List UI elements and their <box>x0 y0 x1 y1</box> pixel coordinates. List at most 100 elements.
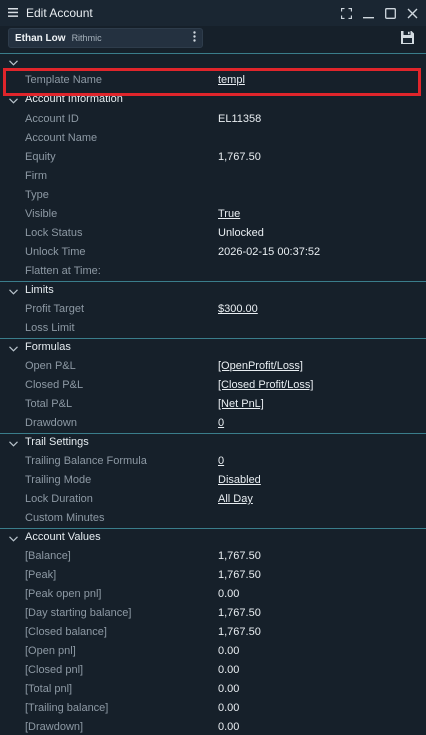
property-value[interactable]: [OpenProfit/Loss] <box>218 360 303 372</box>
property-row[interactable]: Type <box>0 186 426 205</box>
maximize-icon[interactable] <box>382 5 398 21</box>
section-header[interactable]: Account Values <box>0 528 426 547</box>
property-row[interactable]: [Closed balance] 1,767.50 <box>0 623 426 642</box>
property-label: Account Name <box>25 132 98 144</box>
property-label: Type <box>25 189 49 201</box>
section-header[interactable]: Trail Settings <box>0 433 426 452</box>
property-row[interactable]: Open P&L [OpenProfit/Loss] <box>0 357 426 376</box>
account-bar: Ethan Low Rithmic <box>0 26 426 52</box>
divider <box>0 53 426 54</box>
account-selector[interactable]: Ethan Low Rithmic <box>8 28 203 48</box>
close-icon[interactable] <box>404 5 420 21</box>
property-value[interactable]: [Net PnL] <box>218 398 264 410</box>
property-label: [Balance] <box>25 550 71 562</box>
property-row[interactable]: Trailing Mode Disabled <box>0 471 426 490</box>
section-header[interactable]: Limits <box>0 281 426 300</box>
property-value: 1,767.50 <box>218 607 261 619</box>
property-value: 0.00 <box>218 683 240 695</box>
property-value: 2026-02-15 00:37:52 <box>218 246 321 258</box>
property-row[interactable]: [Drawdown] 0.00 <box>0 718 426 735</box>
window-title: Edit Account <box>26 6 93 20</box>
property-value: 0.00 <box>218 645 240 657</box>
property-value[interactable]: True <box>218 208 240 220</box>
property-label: [Total pnl] <box>25 683 73 695</box>
property-row[interactable]: Profit Target $300.00 <box>0 300 426 319</box>
property-label: Flatten at Time: <box>25 265 101 277</box>
property-row[interactable]: Custom Minutes <box>0 509 426 528</box>
chevron-down-icon[interactable] <box>9 343 18 355</box>
property-label: Drawdown <box>25 417 77 429</box>
account-provider: Rithmic <box>71 33 102 43</box>
title-bar: Edit Account <box>0 0 426 26</box>
property-label: [Closed pnl] <box>25 664 84 676</box>
property-value[interactable]: All Day <box>218 493 253 505</box>
property-row[interactable]: Total P&L [Net PnL] <box>0 395 426 414</box>
chevron-down-icon[interactable] <box>9 533 18 545</box>
property-value[interactable]: 0 <box>218 417 224 429</box>
property-row[interactable]: Trailing Balance Formula 0 <box>0 452 426 471</box>
property-label: Custom Minutes <box>25 512 105 524</box>
property-label: Trailing Balance Formula <box>25 455 147 467</box>
property-value[interactable]: 0 <box>218 455 224 467</box>
property-label: Lock Duration <box>25 493 93 505</box>
property-label: Trailing Mode <box>25 474 92 486</box>
property-value: EL11358 <box>218 113 262 125</box>
property-row[interactable]: Loss Limit <box>0 319 426 338</box>
section-title: Account Values <box>25 531 101 543</box>
property-row[interactable]: [Peak open pnl] 0.00 <box>0 585 426 604</box>
property-row[interactable]: Closed P&L [Closed Profit/Loss] <box>0 376 426 395</box>
property-row[interactable]: [Open pnl] 0.00 <box>0 642 426 661</box>
minimize-icon[interactable] <box>360 5 376 21</box>
property-row[interactable]: [Peak] 1,767.50 <box>0 566 426 585</box>
property-row[interactable]: Drawdown 0 <box>0 414 426 433</box>
property-row[interactable]: Account Name <box>0 129 426 148</box>
property-label: [Closed balance] <box>25 626 107 638</box>
chevron-down-icon[interactable] <box>9 438 18 450</box>
property-label: [Peak] <box>25 569 57 581</box>
account-name: Ethan Low <box>15 32 66 44</box>
property-value: 0.00 <box>218 588 240 600</box>
property-row[interactable]: Account ID EL11358 <box>0 110 426 129</box>
kebab-icon[interactable] <box>193 31 196 45</box>
property-row[interactable]: [Day starting balance] 1,767.50 <box>0 604 426 623</box>
property-label: Open P&L <box>25 360 76 372</box>
property-label: [Peak open pnl] <box>25 588 102 600</box>
property-row[interactable]: Firm <box>0 167 426 186</box>
selection-highlight <box>3 68 421 96</box>
section-header[interactable]: Formulas <box>0 338 426 357</box>
property-row[interactable]: Visible True <box>0 205 426 224</box>
property-row[interactable]: Lock Status Unlocked <box>0 224 426 243</box>
property-row[interactable]: Equity 1,767.50 <box>0 148 426 167</box>
property-row[interactable]: [Closed pnl] 0.00 <box>0 661 426 680</box>
property-row[interactable]: [Balance] 1,767.50 <box>0 547 426 566</box>
property-value: Unlocked <box>218 227 264 239</box>
property-label: Firm <box>25 170 47 182</box>
property-row[interactable]: Unlock Time 2026-02-15 00:37:52 <box>0 243 426 262</box>
property-label: Visible <box>25 208 58 220</box>
expand-icon[interactable] <box>338 5 354 21</box>
property-label: Account ID <box>25 113 79 125</box>
property-value[interactable]: [Closed Profit/Loss] <box>218 379 313 391</box>
menu-icon[interactable] <box>8 7 20 19</box>
chevron-down-icon[interactable] <box>9 95 18 107</box>
property-row[interactable]: Flatten at Time: <box>0 262 426 281</box>
property-label: Lock Status <box>25 227 83 239</box>
property-grid: Template Name templ Account Information A… <box>0 71 426 735</box>
section-title: Formulas <box>25 341 71 353</box>
property-value[interactable]: Disabled <box>218 474 261 486</box>
property-value[interactable]: $300.00 <box>218 303 258 315</box>
property-label: Loss Limit <box>25 322 75 334</box>
section-title: Trail Settings <box>25 436 89 448</box>
property-label: Profit Target <box>25 303 85 315</box>
property-row[interactable]: [Trailing balance] 0.00 <box>0 699 426 718</box>
property-row[interactable]: Lock Duration All Day <box>0 490 426 509</box>
property-label: [Trailing balance] <box>25 702 109 714</box>
property-value: 1,767.50 <box>218 626 261 638</box>
property-row[interactable]: [Total pnl] 0.00 <box>0 680 426 699</box>
save-icon[interactable] <box>400 30 416 46</box>
section-title: Limits <box>25 284 54 296</box>
property-label: Unlock Time <box>25 246 86 258</box>
property-label: Total P&L <box>25 398 73 410</box>
property-value: 0.00 <box>218 664 240 676</box>
chevron-down-icon[interactable] <box>9 286 18 298</box>
